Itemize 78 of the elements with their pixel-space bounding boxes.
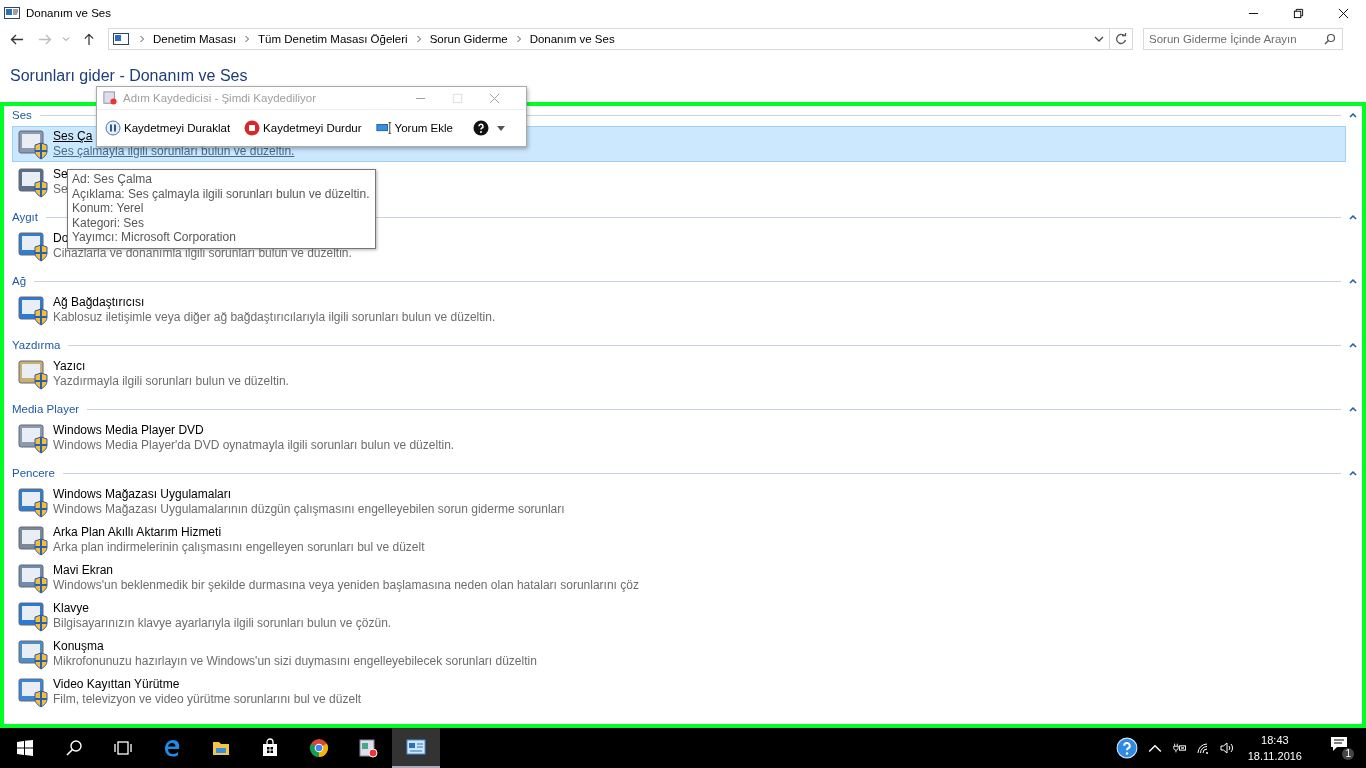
troubleshooter-icon bbox=[17, 486, 49, 518]
troubleshooter-icon bbox=[17, 422, 49, 454]
item-description: Windows Mağazası Uygulamalarının düzgün çalışmasını engelleyebilen sorun giderme sorunları bbox=[53, 502, 565, 517]
item-title[interactable]: Konuşma bbox=[53, 639, 537, 654]
recorder-app-icon bbox=[103, 91, 117, 105]
troubleshooter-icon bbox=[17, 600, 49, 632]
up-icon[interactable] bbox=[82, 32, 96, 46]
item-description: Windows Media Player'da DVD oynatmayla ilgili sorunları bulun ve düzeltin. bbox=[53, 438, 455, 453]
troubleshooter-icon bbox=[17, 562, 49, 594]
group-heading[interactable]: Media Player bbox=[12, 403, 80, 415]
address-bar[interactable]: Denetim Masası Tüm Denetim Masası Öğeleri Sorun Giderme Donanım ve Ses bbox=[108, 28, 1110, 50]
active-app-button[interactable] bbox=[392, 728, 440, 768]
item-title[interactable]: Windows Mağazası Uygulamaları bbox=[53, 487, 565, 502]
back-icon[interactable] bbox=[10, 32, 24, 46]
notification-icon[interactable] bbox=[1330, 736, 1348, 752]
item-title[interactable]: Arka Plan Akıllı Aktarım Hizmeti bbox=[53, 525, 425, 540]
collapse-icon[interactable] bbox=[1349, 112, 1357, 118]
breadcrumb[interactable]: Tüm Denetim Masası Öğeleri bbox=[258, 33, 408, 45]
troubleshooter-icon bbox=[17, 294, 49, 326]
collapse-icon[interactable] bbox=[1349, 342, 1357, 348]
control-panel-icon bbox=[4, 7, 20, 19]
troubleshooter-icon bbox=[17, 638, 49, 670]
troubleshooter-icon bbox=[17, 128, 49, 160]
dropdown-caret-icon[interactable] bbox=[1094, 36, 1104, 42]
item-title[interactable]: Se bbox=[53, 167, 68, 182]
troubleshooter-icon bbox=[17, 358, 49, 390]
search-icon bbox=[1324, 33, 1336, 45]
group-heading[interactable]: Ses bbox=[12, 109, 32, 121]
item-description: Se bbox=[53, 182, 68, 197]
chevron-up-icon[interactable] bbox=[1147, 742, 1162, 754]
power-plug-icon[interactable] bbox=[1171, 742, 1186, 754]
item-description: Bilgisayarınızın klavye ayarlarıyla ilgili sorunları bulun ve çözün. bbox=[53, 616, 392, 631]
item-description: Windows'un beklenmedik bir şekilde durmasına veya yeniden başlamasına neden olan hataları sorunlarını çöz bbox=[53, 578, 639, 593]
help-icon[interactable] bbox=[1115, 737, 1138, 759]
item-title[interactable]: Windows Media Player DVD bbox=[53, 423, 455, 438]
help-icon[interactable] bbox=[472, 120, 489, 136]
collapse-icon[interactable] bbox=[1349, 214, 1357, 220]
collapse-icon[interactable] bbox=[1349, 470, 1357, 476]
item-description: Arka plan indirmelerinin çalışmasını engelleyen sorunları bul ve düzelt bbox=[53, 540, 425, 555]
item-description: Mikrofonunuzu hazırlayın ve Windows'un sizi duymasını engelleyebilecek sorunları düzeltin bbox=[53, 654, 537, 669]
page-heading: Sorunları gider - Donanım ve Ses bbox=[10, 66, 248, 86]
clock-time[interactable]: 18:43 bbox=[1261, 732, 1289, 748]
recorder-title: Adım Kaydedicisi - Şimdi Kaydediliyor bbox=[123, 92, 318, 104]
clock-date[interactable]: 18.11.2016 bbox=[1247, 748, 1302, 764]
dropdown-caret-icon[interactable] bbox=[496, 125, 505, 131]
search-field[interactable]: Sorun Giderme İçinde Arayın bbox=[1143, 28, 1343, 50]
volume-icon[interactable] bbox=[1219, 742, 1234, 754]
group-heading[interactable]: Aygıt bbox=[12, 211, 38, 223]
collapse-icon[interactable] bbox=[1349, 406, 1357, 412]
item-title[interactable]: Video Kayıttan Yürütme bbox=[53, 677, 362, 692]
tooltip: Ad: Ses Çalma Açıklama: Ses çalmayla ilgili sorunları bulun ve düzeltin. Konum: Yerel Kategori: Ses Yayımcı: Microsoft Corporation bbox=[67, 169, 377, 249]
wifi-icon[interactable] bbox=[1195, 742, 1210, 754]
item-description: Film, televizyon ve video yürütme sorunlarını bul ve düzelt bbox=[53, 692, 362, 707]
breadcrumb[interactable]: Sorun Giderme bbox=[429, 33, 508, 45]
item-description: Yazdırmayla ilgili sorunları bulun ve düzeltin. bbox=[53, 374, 289, 389]
control-panel-icon bbox=[405, 737, 427, 757]
item-title[interactable]: Yazıcı bbox=[53, 359, 289, 374]
stop-icon bbox=[244, 120, 261, 136]
troubleshooter-icon bbox=[17, 676, 49, 708]
item-title[interactable]: Klavye bbox=[53, 601, 392, 616]
troubleshooter-icon bbox=[17, 230, 49, 262]
item-title[interactable]: Mavi Ekran bbox=[53, 563, 639, 578]
comment-icon bbox=[375, 120, 392, 136]
troubleshooter-icon bbox=[17, 524, 49, 556]
item-description: Kablosuz iletişimle veya diğer ağ bağdaştırıcılarıyla ilgili sorunları bulun ve düzeltin. bbox=[53, 310, 496, 325]
group-heading[interactable]: Pencere bbox=[12, 467, 55, 479]
collapse-icon[interactable] bbox=[1349, 278, 1357, 284]
window-title: Donanım ve Ses bbox=[26, 7, 111, 19]
pause-icon bbox=[105, 120, 121, 136]
refresh-icon[interactable] bbox=[1110, 28, 1133, 50]
item-title[interactable]: Ağ Bağdaştırıcısı bbox=[53, 295, 496, 310]
breadcrumb[interactable]: Denetim Masası bbox=[153, 33, 237, 45]
notification-count: 1 bbox=[1342, 748, 1354, 760]
troubleshooter-icon bbox=[17, 166, 49, 198]
group-heading[interactable]: Yazdırma bbox=[12, 339, 61, 351]
breadcrumb[interactable]: Donanım ve Ses bbox=[529, 33, 615, 45]
control-panel-icon bbox=[113, 33, 129, 45]
group-heading[interactable]: Ağ bbox=[12, 275, 27, 287]
